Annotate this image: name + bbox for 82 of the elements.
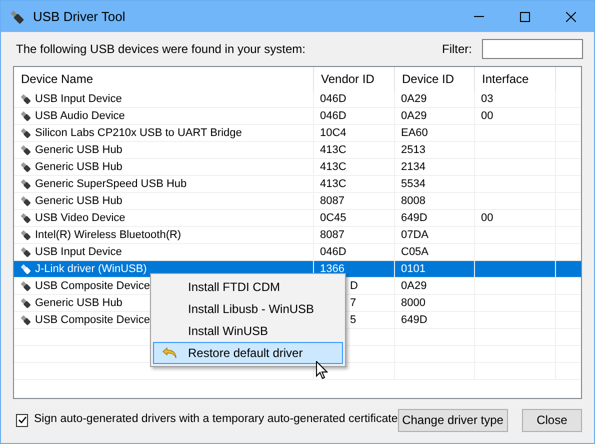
usb-plug-icon [21, 128, 31, 138]
interface-cell-text: 00 [481, 108, 494, 124]
vendor-id-cell-text: 0C45 [320, 210, 346, 226]
device-name-cell[interactable]: USB Input Device [35, 244, 122, 260]
close-dialog-button[interactable]: Close [522, 408, 582, 432]
undo-arrow-icon [162, 347, 178, 359]
device-name-cell[interactable]: Generic USB Hub [35, 192, 122, 210]
device-id-cell-text: C05A [401, 244, 429, 260]
vendor-id-cell-text: 413C [320, 160, 346, 175]
column-header[interactable]: Interface [475, 67, 556, 91]
sign-checkbox-label: Sign auto-generated drivers with a temporary auto-generated certificate [34, 412, 398, 428]
usb-plug-icon [10, 10, 24, 24]
mouse-cursor-icon [316, 361, 328, 380]
device-id-cell-text: 0A29 [401, 92, 427, 107]
vendor-id-cell-text: 7 [350, 296, 356, 311]
menu-item[interactable]: Install WinUSB [153, 320, 343, 342]
menu-item[interactable]: Restore default driver [153, 342, 343, 364]
usb-plug-icon [21, 280, 31, 292]
device-name-cell[interactable]: Generic USB Hub [35, 158, 122, 176]
device-id-cell-text: 649D [401, 312, 428, 328]
device-name-cell[interactable]: Silicon Labs CP210x USB to UART Bridge [35, 124, 242, 142]
device-id-cell-text: 07DA [401, 228, 429, 243]
vendor-id-cell-text: 8087 [320, 194, 344, 209]
device-id-cell-text: 2513 [401, 142, 426, 158]
vendor-id-cell-text: 8087 [320, 228, 344, 243]
check-icon [18, 416, 26, 424]
device-name-cell[interactable]: Generic SuperSpeed USB Hub [35, 176, 187, 192]
usb-plug-icon [21, 196, 31, 206]
filter-field[interactable] [482, 39, 583, 59]
interface-cell-text: 03 [481, 92, 494, 107]
minimize-icon [474, 16, 484, 17]
menu-item[interactable]: Install Libusb - WinUSB [153, 298, 343, 320]
usb-plug-icon [21, 246, 31, 258]
sign-checkbox[interactable] [16, 414, 28, 426]
usb-plug-icon [21, 264, 31, 274]
usb-plug-icon [21, 230, 31, 240]
device-id-cell-text: 0A29 [401, 278, 427, 294]
vendor-id-cell-text: 1366 [320, 262, 344, 277]
menu-item[interactable]: Install FTDI CDM [153, 276, 343, 298]
usb-plug-icon [21, 110, 31, 122]
vendor-id-cell-text: 046D [320, 108, 346, 124]
device-name-cell[interactable]: Intel(R) Wireless Bluetooth(R) [35, 226, 182, 244]
vendor-id-cell-text: 046D [320, 244, 346, 260]
close-icon [566, 12, 576, 22]
device-id-cell-text: 0A29 [401, 108, 427, 124]
column-header[interactable]: Device ID [395, 67, 475, 91]
device-id-cell-text: 649D [401, 210, 428, 226]
usb-plug-icon [21, 314, 31, 326]
device-id-cell-text: 8000 [401, 296, 426, 311]
vendor-id-cell-text: D [350, 278, 358, 294]
device-id-cell-text: 2134 [401, 160, 426, 175]
vendor-id-cell-text: 046D [320, 92, 346, 107]
maximize-icon [520, 12, 530, 22]
vendor-id-cell-text: 413C [320, 142, 346, 158]
filter-label: Filter: [442, 41, 472, 58]
device-name-cell[interactable]: Generic USB Hub [35, 294, 122, 312]
vendor-id-cell-text: 10C4 [320, 126, 346, 141]
device-name-cell[interactable]: Generic USB Hub [35, 142, 122, 158]
device-name-cell[interactable]: USB Video Device [35, 210, 126, 226]
usb-plug-icon [21, 178, 31, 190]
vendor-id-cell-text: 413C [320, 176, 346, 192]
device-name-cell[interactable]: USB Input Device [35, 90, 122, 108]
device-id-cell-text: 0101 [401, 262, 426, 277]
device-name-cell[interactable]: J-Link driver (WinUSB) [35, 260, 147, 278]
change-driver-type-button[interactable]: Change driver type [398, 408, 508, 432]
interface-cell-text: 00 [481, 210, 494, 226]
device-name-cell[interactable]: USB Audio Device [35, 108, 125, 124]
device-name-cell[interactable]: USB Composite Device [35, 278, 150, 294]
usb-plug-icon [21, 212, 31, 224]
column-header[interactable]: Vendor ID [314, 67, 395, 91]
device-name-cell[interactable]: USB Composite Device [35, 312, 150, 328]
vendor-id-cell-text: 5 [350, 312, 356, 328]
device-id-cell-text: EA60 [401, 126, 428, 141]
usb-plug-icon [21, 298, 31, 308]
window-title: USB Driver Tool [33, 8, 126, 26]
usb-plug-icon [21, 144, 31, 156]
device-id-cell-text: 8008 [401, 194, 426, 209]
intro-text: The following USB devices were found in your system: [16, 41, 306, 58]
column-header[interactable]: Device Name [14, 67, 314, 91]
device-id-cell-text: 5534 [401, 176, 426, 192]
usb-plug-icon [21, 162, 31, 172]
usb-plug-icon [21, 94, 31, 104]
